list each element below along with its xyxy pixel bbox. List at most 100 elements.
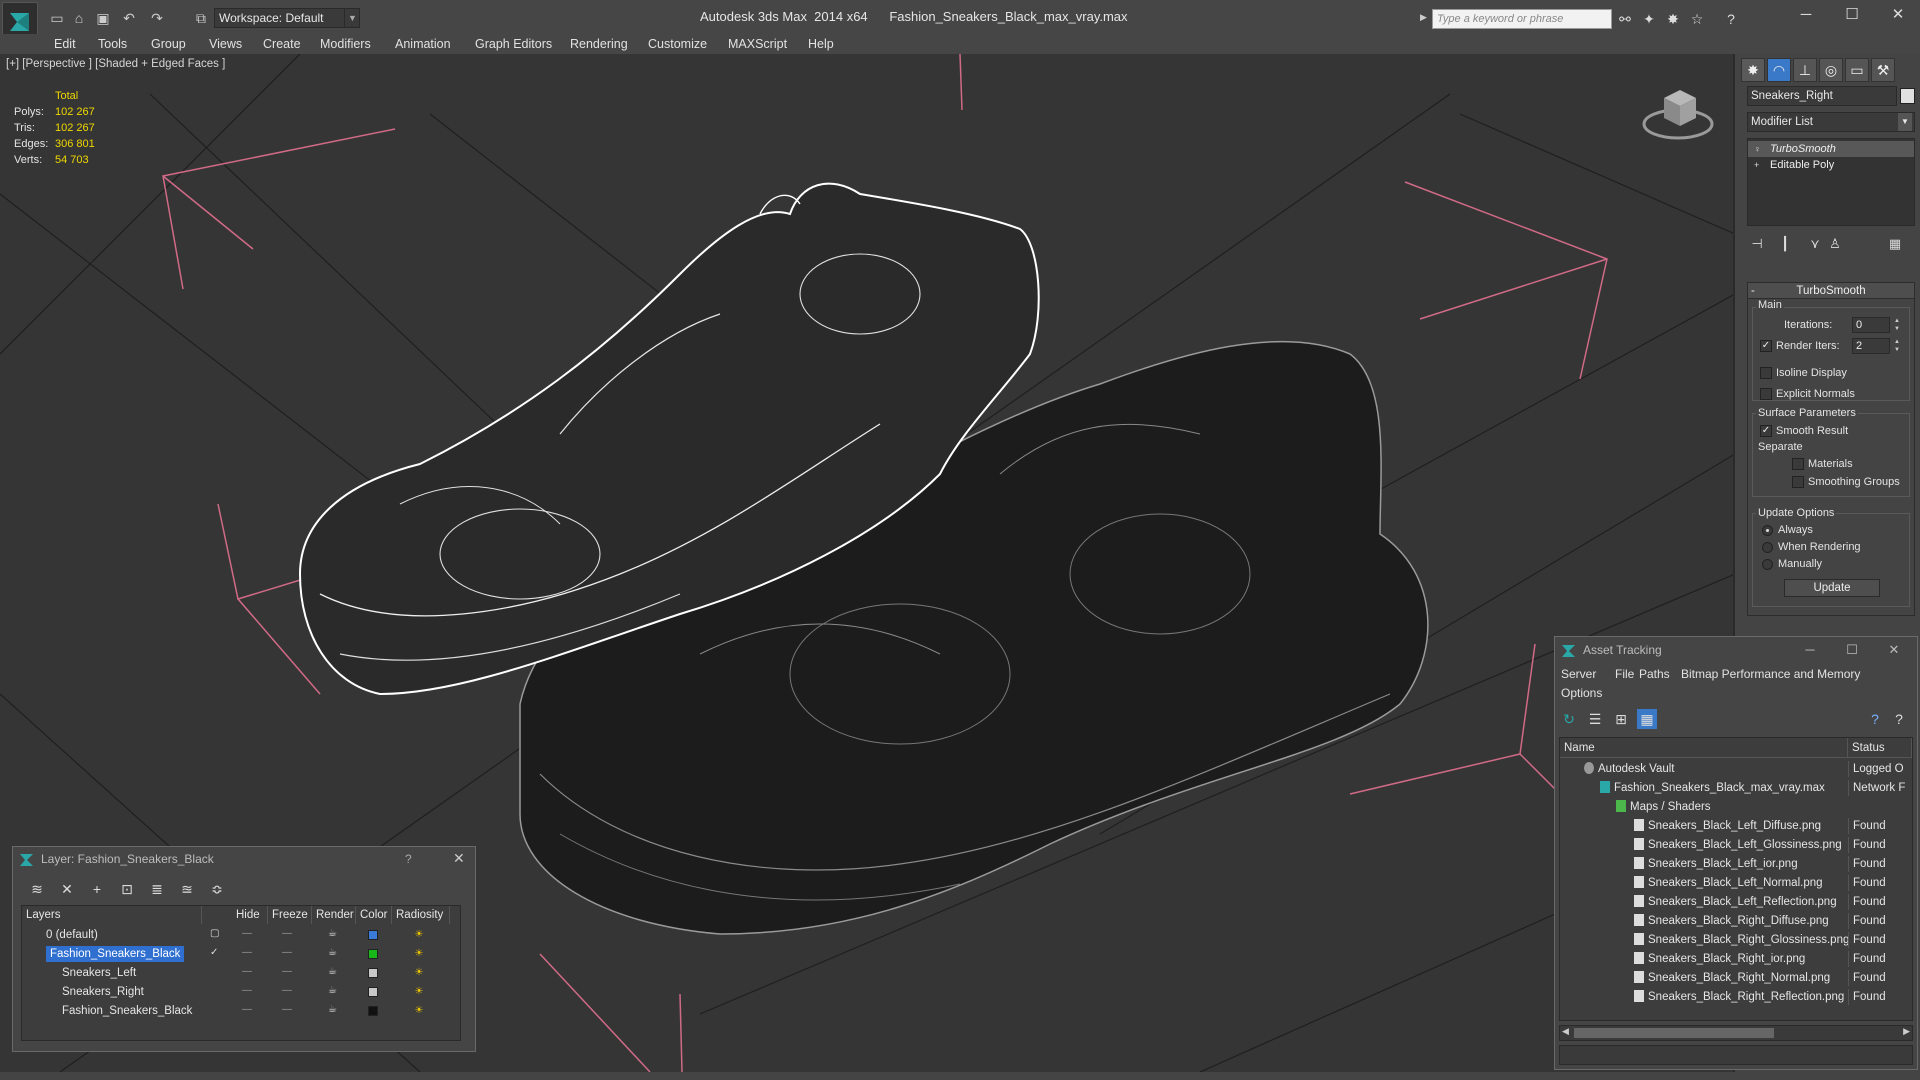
utilities-tab-icon[interactable]: ⚒ [1871,58,1895,82]
layer-color-swatch[interactable] [368,949,378,959]
maximize-icon[interactable]: ☐ [1832,4,1872,26]
layer-color-swatch[interactable] [368,1006,378,1016]
menu-group[interactable]: Group [151,37,186,51]
modify-tab-icon[interactable]: ◠ [1767,58,1791,82]
pin-stack-icon[interactable]: ⊣ [1747,234,1767,254]
layer-row-sneakers-right[interactable]: Sneakers_Right — — ☕ ☀ [22,983,460,1002]
asset-row[interactable]: Sneakers_Black_Right_Diffuse.png Found [1560,912,1912,931]
subscription-icon[interactable]: ✦ [1640,10,1658,28]
spinner-arrows-icon[interactable]: ▲ ▼ [1892,338,1902,354]
menu-rendering[interactable]: Rendering [570,37,628,51]
hide-all-icon[interactable]: ≊ [177,879,197,899]
undo-icon[interactable]: ↶ [120,9,138,27]
scrollbar-thumb[interactable] [1574,1028,1774,1038]
col-freeze[interactable]: Freeze [268,906,312,924]
menu-customize[interactable]: Customize [648,37,707,51]
col-radiosity[interactable]: Radiosity [392,906,450,924]
asset-menu-paths[interactable]: Paths [1639,667,1670,681]
col-name[interactable]: Name [1560,738,1848,758]
maximize-icon[interactable]: ☐ [1837,640,1867,660]
teapot-render-icon[interactable]: ☕ [328,1004,337,1015]
close-icon[interactable]: ✕ [1879,640,1909,660]
asset-row[interactable]: Sneakers_Black_Left_Normal.png Found [1560,874,1912,893]
add-to-layer-icon[interactable]: + [87,879,107,899]
asset-row[interactable]: Sneakers_Black_Left_Diffuse.png Found [1560,817,1912,836]
asset-row[interactable]: Sneakers_Black_Right_Reflection.png Foun… [1560,988,1912,1007]
list-view-icon[interactable]: ☰ [1585,709,1605,729]
layer-color-swatch[interactable] [368,987,378,997]
radiosity-icon[interactable]: ☀ [412,1004,426,1018]
highlight-layer-icon[interactable]: ≣ [147,879,167,899]
layer-row-sneakers-left[interactable]: Sneakers_Left — — ☕ ☀ [22,964,460,983]
menu-modifiers[interactable]: Modifiers [320,37,371,51]
hide-toggle[interactable]: — [242,1004,252,1015]
table-view-icon[interactable]: ▦ [1637,709,1657,729]
menu-help[interactable]: Help [808,37,834,51]
redo-icon[interactable]: ↷ [148,9,166,27]
help-query-icon[interactable]: ? [1865,709,1885,729]
open-file-icon[interactable]: ⌂ [70,9,88,27]
lightbulb-icon[interactable]: ♀ [1754,144,1762,154]
motion-tab-icon[interactable]: ◎ [1819,58,1843,82]
asset-menu-file[interactable]: File [1615,667,1634,681]
tree-view-icon[interactable]: ⊞ [1611,709,1631,729]
scroll-right-icon[interactable]: ▶ [1903,1026,1910,1037]
freeze-toggle[interactable]: — [282,966,292,977]
display-tab-icon[interactable]: ▭ [1845,58,1869,82]
vault-refresh-icon[interactable]: ↻ [1559,709,1579,729]
expand-plus-icon[interactable]: + [1754,160,1762,170]
object-color-swatch[interactable] [1900,88,1915,104]
col-color[interactable]: Color [356,906,392,924]
hierarchy-tab-icon[interactable]: ⊥ [1793,58,1817,82]
freeze-toggle[interactable]: — [282,947,292,958]
rollout-header[interactable]: - TurboSmooth [1748,283,1914,299]
asset-dialog-titlebar[interactable]: Asset Tracking ─ ☐ ✕ [1555,637,1917,663]
asset-menu-bitmap-performance[interactable]: Bitmap Performance and Memory [1681,667,1860,681]
menu-views[interactable]: Views [209,37,242,51]
asset-row[interactable]: Fashion_Sneakers_Black_max_vray.max Netw… [1560,779,1912,798]
scroll-left-icon[interactable]: ◀ [1562,1026,1569,1037]
asset-row[interactable]: Sneakers_Black_Right_Glossiness.png Foun… [1560,931,1912,950]
binoculars-icon[interactable]: ⚯ [1616,10,1634,28]
workspace-dropdown-arrow[interactable]: ▼ [344,8,360,28]
asset-menu-options[interactable]: Options [1561,686,1602,700]
smooth-result-checkbox[interactable]: ✓ [1760,425,1772,437]
materials-checkbox[interactable] [1792,458,1804,470]
save-file-icon[interactable]: ▣ [94,9,112,27]
make-unique-icon[interactable]: ⋎ [1805,234,1825,254]
asset-row[interactable]: Sneakers_Black_Right_ior.png Found [1560,950,1912,969]
menu-graph-editors[interactable]: Graph Editors [475,37,552,51]
object-name-field[interactable]: Sneakers_Right [1747,86,1897,106]
search-expand-icon[interactable]: ▶ [1420,12,1427,23]
freeze-all-icon[interactable]: ≎ [207,879,227,899]
active-layer-check-icon[interactable]: ✓ [210,947,218,958]
layer-dialog-titlebar[interactable]: Layer: Fashion_Sneakers_Black ? ✕ [13,847,475,871]
menu-edit[interactable]: Edit [54,37,76,51]
modifier-list-dropdown[interactable]: Modifier List ▼ [1747,112,1915,132]
viewport-label[interactable]: [+] [Perspective ] [Shaded + Edged Faces… [6,58,225,70]
always-radio[interactable] [1762,525,1773,536]
teapot-render-icon[interactable]: ☕ [328,966,337,977]
layer-color-swatch[interactable] [368,968,378,978]
help-icon[interactable]: ? [1722,10,1740,28]
layer-row-fashion-sneakers-black[interactable]: Fashion_Sneakers_Black ✓ — — ☕ ☀ [22,945,460,964]
asset-row[interactable]: Maps / Shaders [1560,798,1912,817]
asset-row[interactable]: Sneakers_Black_Left_ior.png Found [1560,855,1912,874]
radiosity-icon[interactable]: ☀ [412,985,426,999]
hide-toggle[interactable]: — [242,966,252,977]
menu-animation[interactable]: Animation [395,37,451,51]
explicit-normals-checkbox[interactable] [1760,388,1772,400]
new-file-icon[interactable]: ▭ [48,9,66,27]
freeze-toggle[interactable]: — [282,928,292,939]
workspace-select[interactable]: Workspace: Default [214,8,360,28]
horizontal-scrollbar[interactable]: ◀ ▶ [1559,1025,1913,1041]
configure-modifier-sets-icon[interactable]: ▦ [1885,234,1905,254]
radiosity-icon[interactable]: ☀ [412,966,426,980]
help-button[interactable]: ? [405,852,412,866]
teapot-render-icon[interactable]: ☕ [328,947,337,958]
active-layer-box-icon[interactable]: ▢ [210,928,219,939]
render-iters-spinner[interactable]: 2 [1852,338,1890,354]
menu-create[interactable]: Create [263,37,301,51]
menu-tools[interactable]: Tools [98,37,127,51]
asset-path-field[interactable] [1559,1045,1913,1065]
